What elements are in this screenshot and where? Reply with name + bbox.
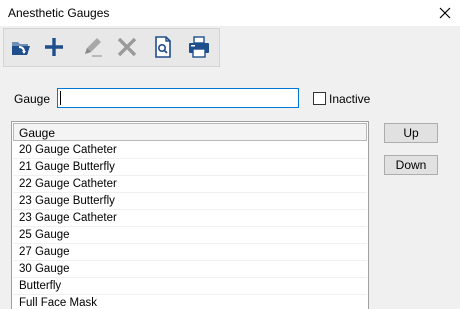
list-item[interactable]: Full Face Mask [13, 295, 367, 309]
list-item[interactable]: 21 Gauge Butterfly [13, 159, 367, 176]
print-button[interactable] [186, 34, 212, 60]
gauge-input[interactable] [57, 88, 299, 108]
inactive-label: Inactive [329, 92, 371, 106]
open-folder-icon [12, 42, 30, 55]
list-item[interactable]: Butterfly [13, 278, 367, 295]
list-item[interactable]: 25 Gauge [13, 227, 367, 244]
open-button[interactable] [8, 34, 34, 60]
gauge-label: Gauge [14, 92, 51, 106]
list-item[interactable]: 23 Gauge Butterfly [13, 193, 367, 210]
list-column-header[interactable]: Gauge [13, 123, 367, 141]
delete-button[interactable] [114, 34, 140, 60]
text-caret [60, 91, 61, 105]
search-document-icon [155, 36, 171, 58]
add-icon [45, 38, 63, 56]
title-bar: Anesthetic Gauges [0, 0, 460, 26]
up-button[interactable]: Up [384, 123, 438, 143]
printer-icon [189, 36, 209, 58]
inactive-checkbox[interactable] [313, 92, 326, 105]
list-item[interactable]: 22 Gauge Catheter [13, 176, 367, 193]
gauge-list[interactable]: Gauge 20 Gauge Catheter 21 Gauge Butterf… [11, 121, 369, 309]
edit-button[interactable] [79, 34, 105, 60]
edit-pencil-icon [85, 38, 102, 57]
list-item[interactable]: 30 Gauge [13, 261, 367, 278]
close-icon [439, 7, 451, 19]
list-item[interactable]: 27 Gauge [13, 244, 367, 261]
down-button[interactable]: Down [384, 155, 438, 175]
delete-x-icon [117, 37, 137, 57]
preview-button[interactable] [150, 34, 176, 60]
toolbar [3, 28, 220, 67]
list-item[interactable]: 20 Gauge Catheter [13, 142, 367, 159]
add-button[interactable] [41, 34, 67, 60]
window-title: Anesthetic Gauges [8, 6, 110, 20]
list-item[interactable]: 23 Gauge Catheter [13, 210, 367, 227]
close-button[interactable] [432, 2, 458, 24]
